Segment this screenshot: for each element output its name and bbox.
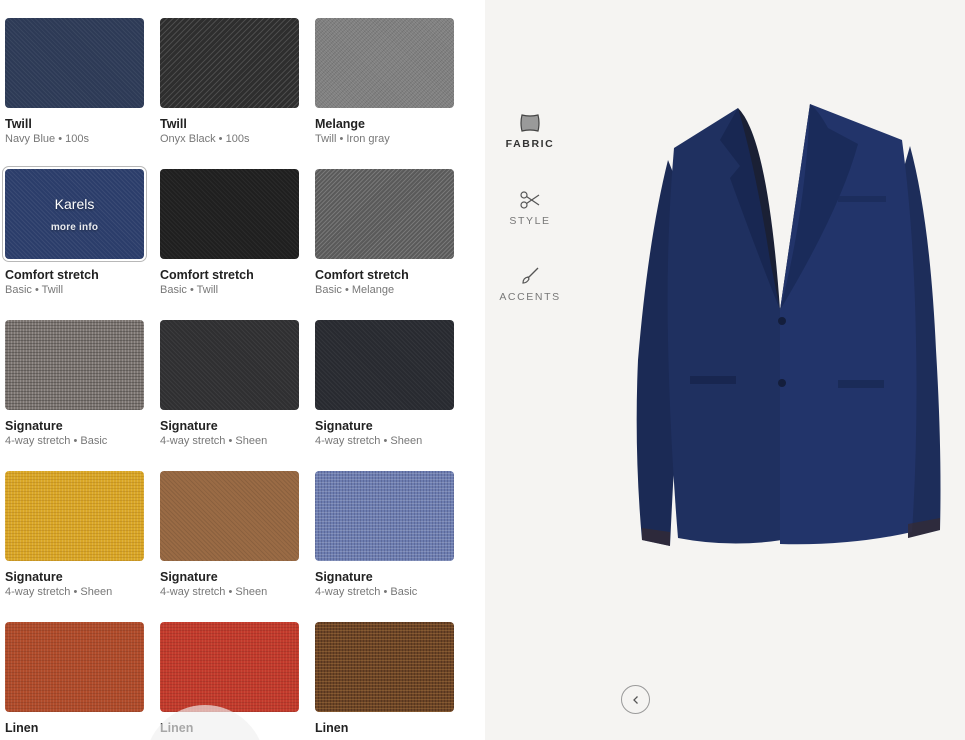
nav-style[interactable]: STYLE [485, 190, 575, 227]
nav-fabric[interactable]: FABRIC [485, 113, 575, 150]
fabric-name: Twill [160, 117, 187, 131]
fabric-grid: Twill Navy Blue • 100s Twill Onyx Black … [2, 18, 455, 740]
fabric-swatch-icon [520, 114, 540, 132]
fabric-card[interactable]: Signature 4-way stretch • Sheen [315, 320, 455, 461]
fabric-description: Basic • Twill [5, 284, 64, 296]
fabric-description: 4-way stretch • Sheen [5, 586, 113, 598]
fabric-swatch[interactable] [315, 320, 454, 410]
chevron-left-icon [632, 695, 638, 704]
fabric-swatch[interactable] [5, 471, 144, 561]
fabric-description: Basic • Twill [160, 284, 219, 296]
nav-accents[interactable]: ACCENTS [485, 266, 575, 303]
fabric-description: 4-way stretch • Sheen [315, 435, 423, 447]
fabric-swatch[interactable] [315, 622, 454, 712]
fabric-name: Signature [315, 419, 373, 433]
fabric-swatch[interactable] [160, 18, 299, 108]
fabric-card[interactable]: Signature 4-way stretch • Basic [315, 471, 455, 612]
fabric-card[interactable]: Signature 4-way stretch • Basic [5, 320, 145, 461]
fabric-description: 4-way stretch • Basic [315, 586, 418, 598]
fabric-card[interactable]: Comfort stretch Basic • Twill [160, 169, 300, 310]
fabric-name: Signature [5, 419, 63, 433]
fabric-swatch[interactable]: Karels more info [2, 166, 147, 262]
overlay-fabric-name: Karels [54, 195, 95, 212]
preview-area: FABRIC STYLE ACCENTS [485, 0, 965, 740]
fabric-name: Signature [5, 570, 63, 584]
fabric-name: Twill [5, 117, 32, 131]
fabric-list-panel: Twill Navy Blue • 100s Twill Onyx Black … [0, 0, 485, 740]
fabric-swatch[interactable] [315, 471, 454, 561]
nav-fabric-label: FABRIC [505, 138, 555, 150]
fabric-name: Signature [160, 570, 218, 584]
fabric-name: Signature [315, 570, 373, 584]
fabric-card[interactable]: Signature 4-way stretch • Sheen [160, 320, 300, 461]
fabric-card[interactable]: Comfort stretch Basic • Melange [315, 169, 455, 310]
fabric-name: Linen [5, 721, 39, 735]
fabric-name: Comfort stretch [160, 268, 254, 282]
fabric-description: Basic • Melange [315, 284, 395, 296]
collapse-panel-button[interactable] [621, 685, 650, 714]
fabric-card[interactable]: Linen [5, 622, 145, 740]
fabric-swatch[interactable] [5, 622, 144, 712]
fabric-name: Comfort stretch [5, 268, 99, 282]
fabric-card[interactable]: Twill Onyx Black • 100s [160, 18, 300, 159]
nav-style-label: STYLE [509, 215, 551, 227]
fabric-card[interactable]: Linen [315, 622, 455, 740]
fabric-card[interactable]: Signature 4-way stretch • Sheen [160, 471, 300, 612]
brush-icon [522, 267, 539, 284]
fabric-swatch[interactable] [5, 320, 144, 410]
nav-accents-label: ACCENTS [499, 291, 561, 303]
fabric-card[interactable]: Melange Twill • Iron gray [315, 18, 455, 159]
fabric-card-selected[interactable]: Karels more info Comfort stretch Basic •… [2, 166, 147, 310]
fabric-swatch[interactable] [315, 18, 454, 108]
fabric-swatch[interactable] [160, 622, 299, 712]
fabric-name: Melange [315, 117, 366, 131]
more-info-link[interactable]: more info [51, 222, 98, 233]
fabric-description: Navy Blue • 100s [5, 133, 89, 145]
fabric-description: 4-way stretch • Basic [5, 435, 108, 447]
fabric-swatch[interactable] [160, 320, 299, 410]
fabric-swatch[interactable] [160, 169, 299, 259]
fabric-card[interactable]: Signature 4-way stretch • Sheen [5, 471, 145, 612]
fabric-name: Comfort stretch [315, 268, 409, 282]
scissors-icon [520, 191, 540, 209]
fabric-card[interactable]: Twill Navy Blue • 100s [5, 18, 145, 159]
fabric-description: 4-way stretch • Sheen [160, 435, 268, 447]
fabric-swatch[interactable] [315, 169, 454, 259]
fabric-swatch[interactable] [5, 18, 144, 108]
fabric-swatch[interactable] [160, 471, 299, 561]
fabric-name: Linen [315, 721, 349, 735]
jacket-preview [636, 104, 941, 546]
fabric-description: Onyx Black • 100s [160, 133, 250, 145]
fabric-name: Signature [160, 419, 218, 433]
fabric-description: 4-way stretch • Sheen [160, 586, 268, 598]
fabric-hover-overlay[interactable]: Karels more info [5, 169, 144, 259]
fabric-description: Twill • Iron gray [315, 133, 390, 145]
